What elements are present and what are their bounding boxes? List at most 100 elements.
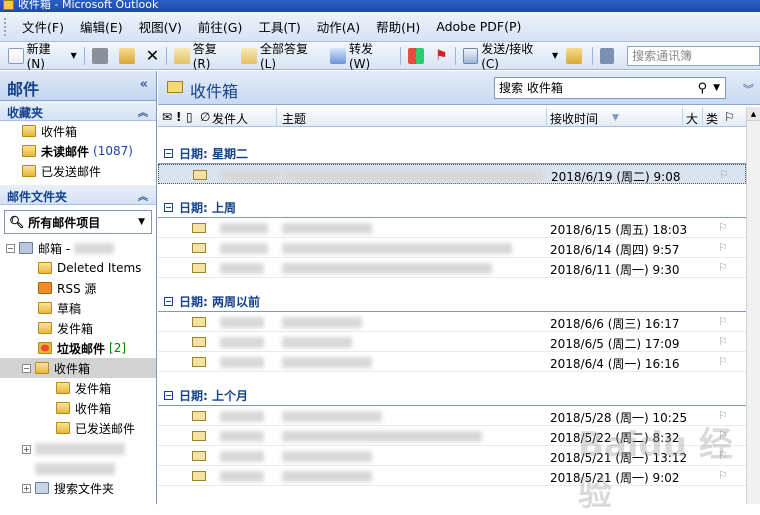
menu-help[interactable]: 帮助(H)	[368, 17, 428, 36]
favorites-section-header[interactable]: 收藏夹 ︽	[0, 101, 156, 121]
menu-go[interactable]: 前往(G)	[190, 17, 250, 36]
column-divider[interactable]	[546, 107, 547, 127]
menu-view[interactable]: 视图(V)	[131, 17, 190, 36]
inbox-search-input[interactable]: 搜索 收件箱 ⚲ ▼	[494, 77, 726, 99]
subfolder-inbox[interactable]: 收件箱	[0, 398, 156, 418]
column-divider[interactable]	[682, 107, 683, 127]
menu-grip-handle[interactable]	[4, 17, 8, 36]
mail-folders-section-header[interactable]: 邮件文件夹 ︽	[0, 185, 156, 205]
menu-tools[interactable]: 工具(T)	[250, 17, 308, 36]
column-divider[interactable]	[276, 107, 277, 127]
importance-column-icon[interactable]: ✉	[162, 110, 172, 124]
date-group-header[interactable]: − 日期: 上周	[158, 198, 746, 218]
message-row[interactable]: 2018/6/6 (周三) 16:17 ⚐	[158, 312, 746, 332]
search-options-dropdown-icon[interactable]: ▼	[713, 78, 720, 98]
chevron-down-icon[interactable]: ▼	[138, 217, 145, 227]
expand-icon[interactable]: +	[22, 483, 31, 493]
new-dropdown-icon[interactable]: ▼	[71, 51, 77, 60]
send-receive-button[interactable]: 发送/接收(C) ▼	[459, 42, 563, 71]
flag-icon[interactable]: ⚐	[718, 335, 728, 348]
size-column-header[interactable]: 大	[686, 110, 698, 127]
delete-button[interactable]: ✕	[142, 45, 163, 67]
redacted-subject	[282, 357, 372, 368]
collapse-group-icon[interactable]: −	[164, 203, 173, 212]
send-receive-dropdown-icon[interactable]: ▼	[552, 51, 558, 60]
menu-edit[interactable]: 编辑(E)	[72, 17, 131, 36]
flag-icon[interactable]: ⚐	[719, 168, 729, 181]
collapse-group-icon[interactable]: −	[164, 391, 173, 400]
received-column-header[interactable]: 接收时间	[550, 110, 598, 127]
subfolder-outbox[interactable]: 发件箱	[0, 378, 156, 398]
menu-adobe-pdf[interactable]: Adobe PDF(P)	[428, 19, 529, 34]
message-row[interactable]: 2018/6/11 (周一) 9:30 ⚐	[158, 258, 746, 278]
move-to-folder-button[interactable]	[115, 45, 142, 67]
folder-outbox[interactable]: 发件箱	[0, 318, 156, 338]
folder-redacted-2[interactable]	[0, 460, 156, 478]
collapse-pane-icon[interactable]: «	[140, 77, 148, 92]
drafts-icon	[38, 302, 52, 314]
folder-junk-mail[interactable]: 垃圾邮件 [2]	[0, 338, 156, 358]
sender-column-header[interactable]: 发件人	[212, 110, 248, 127]
collapse-icon[interactable]: −	[6, 243, 15, 253]
flag-icon[interactable]: ⚐	[718, 261, 728, 274]
new-button[interactable]: 新建(N) ▼	[4, 42, 81, 71]
mailbox-root[interactable]: − 邮箱 -	[0, 238, 156, 258]
redacted-sender	[220, 357, 264, 368]
collapse-group-icon[interactable]: −	[164, 149, 173, 158]
folder-rss[interactable]: RSS 源	[0, 278, 156, 298]
scroll-up-icon[interactable]: ▲	[747, 107, 760, 121]
menu-file[interactable]: 文件(F)	[14, 17, 72, 36]
subfolder-sent-items[interactable]: 已发送邮件	[0, 418, 156, 438]
chevron-up-icon[interactable]: ︽	[138, 104, 148, 119]
subject-column-header[interactable]: 主题	[282, 110, 306, 127]
message-row[interactable]: 2018/6/5 (周二) 17:09 ⚐	[158, 332, 746, 352]
date-group-header[interactable]: − 日期: 星期二	[158, 144, 746, 164]
priority-column-icon[interactable]: !	[176, 110, 181, 124]
item-type-column-icon[interactable]: ▯	[186, 110, 193, 124]
chevron-up-icon[interactable]: ︽	[138, 188, 148, 203]
toolbar-separator	[166, 46, 168, 65]
forward-button[interactable]: 转发(W)	[326, 42, 397, 71]
collapse-group-icon[interactable]: −	[164, 297, 173, 306]
move-folder-icon	[118, 47, 135, 64]
date-group-header[interactable]: − 日期: 两周以前	[158, 292, 746, 312]
expand-pane-icon[interactable]: ︾	[743, 81, 754, 97]
folder-inbox[interactable]: − 收件箱	[0, 358, 156, 378]
expand-icon[interactable]: +	[22, 444, 31, 454]
date-group-label: 日期: 上周	[179, 201, 236, 215]
collapse-icon[interactable]: −	[22, 363, 31, 373]
menu-actions[interactable]: 动作(A)	[309, 17, 368, 36]
folder-drafts[interactable]: 草稿	[0, 298, 156, 318]
all-mail-items-dropdown[interactable]: 🔍︎ 所有邮件项目 ▼	[4, 210, 152, 234]
flag-icon[interactable]: ⚐	[718, 241, 728, 254]
column-divider[interactable]	[702, 107, 703, 127]
find-button[interactable]	[562, 45, 589, 67]
forward-icon	[330, 47, 346, 64]
folder-deleted-items[interactable]: Deleted Items	[0, 258, 156, 278]
message-list-column-header: ✉ ! ▯ ∅ 发件人 主题 接收时间 ▼ 大 类 ⚐	[158, 107, 746, 127]
reply-button[interactable]: 答复(R)	[170, 42, 237, 71]
favorite-unread-mail[interactable]: 未读邮件 (1087)	[0, 141, 156, 161]
attachment-column-icon[interactable]: ∅	[200, 110, 210, 124]
flag-icon[interactable]: ⚐	[718, 315, 728, 328]
address-book-button[interactable]	[596, 45, 621, 67]
flag-icon[interactable]: ⚐	[718, 355, 728, 368]
favorite-sent-items[interactable]: 已发送邮件	[0, 161, 156, 181]
search-icon[interactable]: ⚲	[697, 79, 707, 99]
follow-up-button[interactable]: ⚑	[431, 45, 452, 67]
message-row[interactable]: 2018/6/15 (周五) 18:03 ⚐	[158, 218, 746, 238]
flag-column-icon[interactable]: ⚐	[724, 110, 735, 124]
address-book-search-input[interactable]: 搜索通讯簿	[627, 45, 760, 66]
print-button[interactable]	[88, 45, 115, 67]
message-row[interactable]: 2018/6/4 (周一) 16:16 ⚐	[158, 352, 746, 372]
reply-all-button[interactable]: 全部答复(L)	[237, 42, 326, 71]
flag-icon[interactable]: ⚐	[718, 221, 728, 234]
folder-search-folders[interactable]: + 搜索文件夹	[0, 478, 156, 498]
message-row[interactable]: 2018/6/14 (周四) 9:57 ⚐	[158, 238, 746, 258]
categorize-button[interactable]	[404, 45, 431, 67]
category-column-header[interactable]: 类	[706, 110, 718, 127]
folder-redacted-1[interactable]: +	[0, 438, 156, 460]
favorite-inbox[interactable]: 收件箱	[0, 121, 156, 141]
message-row[interactable]: 2018/6/19 (周二) 9:08 ⚐	[158, 164, 746, 184]
date-group-header[interactable]: − 日期: 上个月	[158, 386, 746, 406]
